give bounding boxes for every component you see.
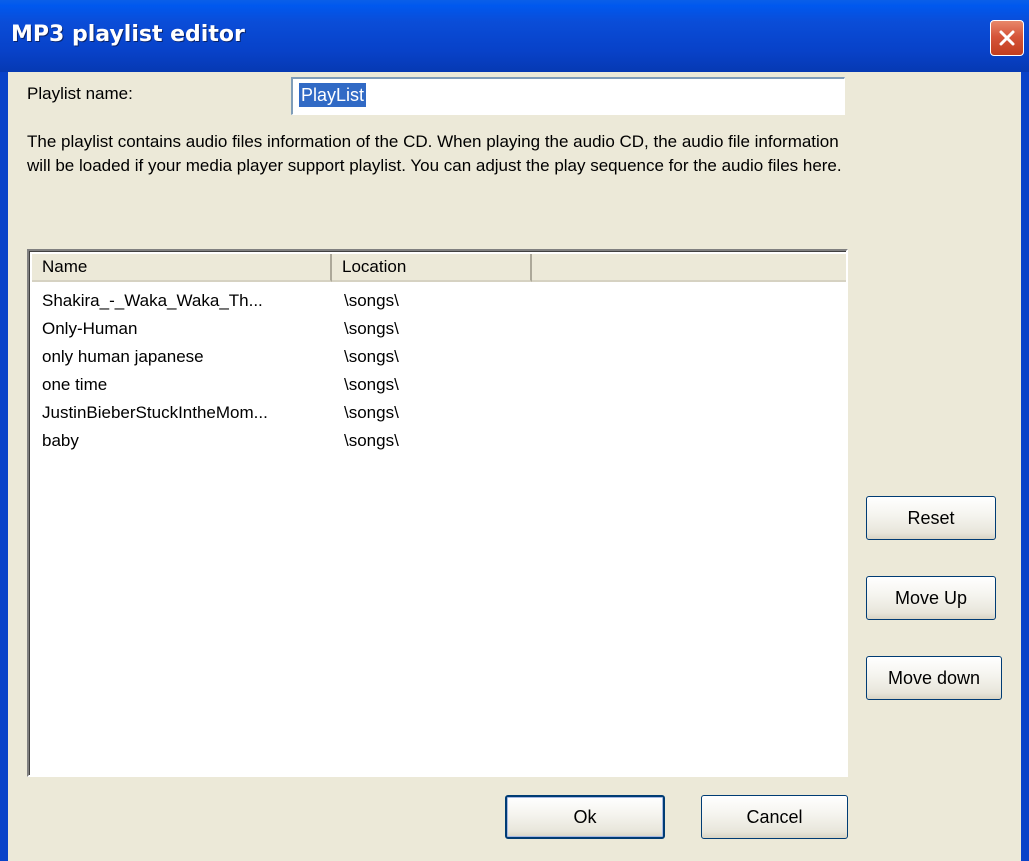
- move-up-button[interactable]: Move Up: [866, 576, 996, 620]
- table-row[interactable]: only human japanese \songs\: [32, 343, 846, 371]
- row-location: \songs\: [344, 347, 399, 366]
- row-location: \songs\: [344, 375, 399, 394]
- move-down-button[interactable]: Move down: [866, 656, 1002, 700]
- ok-button[interactable]: Ok: [505, 795, 665, 839]
- row-name: baby: [42, 431, 79, 450]
- table-row[interactable]: baby \songs\: [32, 427, 846, 455]
- table-row[interactable]: Shakira_-_Waka_Waka_Th... \songs\: [32, 287, 846, 315]
- playlist-editor-dialog: MP3 playlist editor Playlist name: PlayL…: [0, 0, 1029, 861]
- window-border-right: [1021, 72, 1029, 861]
- column-header-name[interactable]: Name: [32, 254, 332, 282]
- row-location: \songs\: [344, 319, 399, 338]
- description-text: The playlist contains audio files inform…: [27, 132, 842, 175]
- row-location: \songs\: [344, 291, 399, 310]
- column-header-empty[interactable]: [532, 254, 846, 282]
- row-name: Shakira_-_Waka_Waka_Th...: [42, 291, 263, 310]
- playlist-table[interactable]: Name Location Shakira_-_Waka_Waka_Th... …: [27, 249, 848, 777]
- reset-button[interactable]: Reset: [866, 496, 996, 540]
- table-row[interactable]: one time \songs\: [32, 371, 846, 399]
- playlist-name-input[interactable]: PlayList: [291, 77, 845, 115]
- table-header: Name Location: [32, 254, 846, 282]
- row-name: JustinBieberStuckIntheMom...: [42, 403, 268, 422]
- table-row[interactable]: JustinBieberStuckIntheMom... \songs\: [32, 399, 846, 427]
- row-name: one time: [42, 375, 108, 394]
- row-name: only human japanese: [42, 347, 204, 366]
- window-title: MP3 playlist editor: [11, 22, 245, 47]
- table-body: Shakira_-_Waka_Waka_Th... \songs\ Only-H…: [32, 287, 846, 455]
- column-header-location[interactable]: Location: [332, 254, 532, 282]
- row-location: \songs\: [344, 431, 399, 450]
- table-row[interactable]: Only-Human \songs\: [32, 315, 846, 343]
- window-border-left: [0, 72, 8, 861]
- title-bar[interactable]: MP3 playlist editor: [0, 0, 1029, 72]
- close-icon: [999, 30, 1015, 46]
- playlist-name-label: Playlist name:: [27, 84, 133, 103]
- close-button[interactable]: [990, 20, 1024, 56]
- row-location: \songs\: [344, 403, 399, 422]
- playlist-name-value: PlayList: [299, 83, 367, 107]
- cancel-button[interactable]: Cancel: [701, 795, 848, 839]
- row-name: Only-Human: [42, 319, 138, 338]
